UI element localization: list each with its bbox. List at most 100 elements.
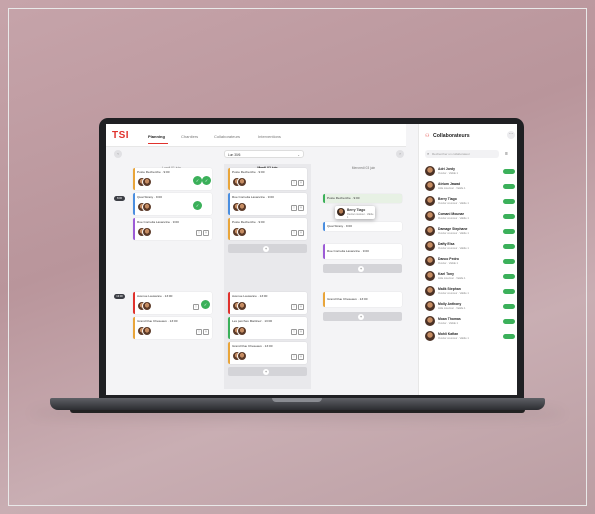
document-icon[interactable]: ▯ <box>291 329 297 335</box>
collaborator-item[interactable]: Moan Thomas Ouvrier · Valide 1 <box>425 316 515 328</box>
collaborator-item[interactable]: Molly Anthony Aide couvreur · Valide 1 <box>425 301 515 313</box>
check-icon[interactable]: ✓ <box>201 300 210 309</box>
availability-toggle[interactable] <box>503 214 515 219</box>
add-intervention-button[interactable]: + <box>323 264 402 273</box>
collaborator-item[interactable]: Adri Jordy Ouvrier · Valide 1 <box>425 166 515 178</box>
intervention-card[interactable]: Quai Strasy · 9:00 ✓ <box>133 193 212 215</box>
laptop-feet <box>70 410 525 413</box>
laptop-notch <box>272 398 322 402</box>
collaborator-role: Ouvrier · Valide 1 <box>438 262 458 265</box>
avatar <box>425 301 435 311</box>
filter-icon[interactable]: ≡ <box>505 151 508 157</box>
collaborator-item[interactable]: Comani Mounae Ouvrier couvreur · Valide 1 <box>425 211 515 223</box>
camera-icon[interactable]: ◎ <box>203 230 209 236</box>
collaborator-role: Aide couvreur · Valide 1 <box>438 187 466 190</box>
add-intervention-button[interactable]: + <box>228 244 307 253</box>
app-logo[interactable]: TSI <box>112 130 129 141</box>
document-icon[interactable]: ▯ <box>193 304 199 310</box>
search-input[interactable]: ⌕ Rechercher un collaborateur <box>425 150 499 158</box>
intervention-card[interactable]: Avenue Lausanne · 13:00 ▯ ✓ <box>133 292 212 314</box>
check-icon[interactable]: ✓ <box>193 176 202 185</box>
availability-toggle[interactable] <box>503 244 515 249</box>
camera-icon[interactable]: ◎ <box>298 304 304 310</box>
availability-toggle[interactable] <box>503 199 515 204</box>
document-icon[interactable]: ▯ <box>291 205 297 211</box>
camera-icon[interactable]: ◎ <box>298 230 304 236</box>
dragged-collaborator-card[interactable]: Berry Tiago Ouvrier couvreur · Valide 1 <box>335 206 375 219</box>
nav-planning[interactable]: Planning <box>148 134 165 139</box>
availability-toggle[interactable] <box>503 289 515 294</box>
intervention-card[interactable]: Quai Strasy · 9:00 <box>323 222 402 231</box>
collaborator-item[interactable]: Danco Pedro Ouvrier · Valide 1 <box>425 256 515 268</box>
add-intervention-button[interactable]: + <box>323 312 402 321</box>
intervention-card[interactable]: Poste Recherche · 9:00 <box>323 194 402 203</box>
camera-icon[interactable]: ◎ <box>298 354 304 360</box>
collaborator-item[interactable]: Mohli Kafian Ouvrier couvreur · Valide 1 <box>425 331 515 343</box>
intervention-card[interactable]: Grand Rue Cheseaux · 13:00 ▯ ◎ <box>228 342 307 364</box>
availability-toggle[interactable] <box>503 319 515 324</box>
avatar <box>425 226 435 236</box>
intervention-card[interactable]: Poste Recherche · 9:00 ✓ ✓ <box>133 168 212 190</box>
nav-collaborateurs[interactable]: Collaborateurs <box>214 134 240 139</box>
document-icon[interactable]: ▯ <box>291 354 297 360</box>
collaborator-item[interactable]: Kael Tony Aide couvreur · Valide 1 <box>425 271 515 283</box>
avatar-group <box>232 301 247 311</box>
avatar <box>425 271 435 281</box>
collaborator-item[interactable]: Damage Stephane Ouvrier couvreur · Valide… <box>425 226 515 238</box>
intervention-card[interactable]: Rue Cornelia Lavancine · 9:00 ▯ ◎ <box>228 193 307 215</box>
intervention-card[interactable]: Les perches Martinez · 13:00 ▯ ◎ <box>228 317 307 339</box>
availability-toggle[interactable] <box>503 184 515 189</box>
prev-day-button[interactable]: ‹ <box>114 150 122 158</box>
intervention-card[interactable]: Rue Cornelia Lavancine · 9:00 <box>323 244 402 259</box>
avatar-group <box>232 351 247 361</box>
avatar-group <box>232 177 247 187</box>
intervention-card[interactable]: Rue Cornelia Lavancine · 9:00 ▯ ◎ <box>133 218 212 240</box>
avatar <box>425 166 435 176</box>
intervention-card[interactable]: Poste Recherche · 9:00 ▯ ◎ <box>228 218 307 240</box>
collaborator-name: Mohli Kafian <box>438 332 459 336</box>
collaborator-name: Danco Pedro <box>438 257 459 261</box>
collaborator-role: Aide couvreur · Valide 1 <box>438 307 466 310</box>
availability-toggle[interactable] <box>503 334 515 339</box>
check-icon[interactable]: ✓ <box>202 176 211 185</box>
camera-icon[interactable]: ◎ <box>203 329 209 335</box>
next-day-button[interactable]: › <box>396 150 404 158</box>
availability-toggle[interactable] <box>503 169 515 174</box>
collaborator-role: Ouvrier couvreur · Valide 1 <box>438 217 469 220</box>
document-icon[interactable]: ▯ <box>291 304 297 310</box>
plus-icon: + <box>263 245 269 252</box>
document-icon[interactable]: ▯ <box>291 230 297 236</box>
availability-toggle[interactable] <box>503 229 515 234</box>
check-icon[interactable]: ✓ <box>193 201 202 210</box>
date-select[interactable]: Lun 30/6 ⌄ <box>224 150 304 158</box>
collaborator-item[interactable]: Atrium Jawad Aide couvreur · Valide 1 <box>425 181 515 193</box>
intervention-card[interactable]: Grand Rue Cheseaux · 13:00 <box>323 292 402 307</box>
camera-icon[interactable]: ◎ <box>298 180 304 186</box>
collaborator-item[interactable]: Berry Tiago Ouvrier couvreur · Valide 1 <box>425 196 515 208</box>
search-placeholder: Rechercher un collaborateur <box>432 152 470 156</box>
collaborator-role: Ouvrier couvreur · Valide 1 <box>438 247 469 250</box>
document-icon[interactable]: ▯ <box>291 180 297 186</box>
camera-icon[interactable]: ◎ <box>298 329 304 335</box>
card-title: Rue Cornelia Lavancine · 9:00 <box>137 220 179 224</box>
nav-chantiers[interactable]: Chantiers <box>181 134 198 139</box>
collaborator-item[interactable]: Dafty Elsa Ouvrier couvreur · Valide 1 <box>425 241 515 253</box>
camera-icon[interactable]: ◎ <box>298 205 304 211</box>
add-intervention-button[interactable]: + <box>228 367 307 376</box>
availability-toggle[interactable] <box>503 274 515 279</box>
card-title: Poste Recherche · 9:00 <box>327 196 360 200</box>
nav-interventions[interactable]: Interventions <box>258 134 281 139</box>
card-title: Quai Strasy · 9:00 <box>327 224 352 228</box>
intervention-card[interactable]: Poste Recherche · 9:00 ▯ ◎ <box>228 168 307 190</box>
more-options-button[interactable]: ⋯ <box>507 131 515 139</box>
intervention-card[interactable]: Grand Rue Cheseaux · 13:00 ▯ ◎ <box>133 317 212 339</box>
document-icon[interactable]: ▯ <box>196 329 202 335</box>
collaborator-item[interactable]: Malik Stephan Ouvrier couvreur · Valide 1 <box>425 286 515 298</box>
availability-toggle[interactable] <box>503 304 515 309</box>
intervention-card[interactable]: Avenue Lausanne · 13:00 ▯ ◎ <box>228 292 307 314</box>
date-toolbar: ‹ Lun 30/6 ⌄ › <box>106 146 406 162</box>
avatar-group <box>137 301 152 311</box>
laptop-screen: TSI Planning Chantiers Collaborateurs In… <box>106 124 517 395</box>
availability-toggle[interactable] <box>503 259 515 264</box>
document-icon[interactable]: ▯ <box>196 230 202 236</box>
